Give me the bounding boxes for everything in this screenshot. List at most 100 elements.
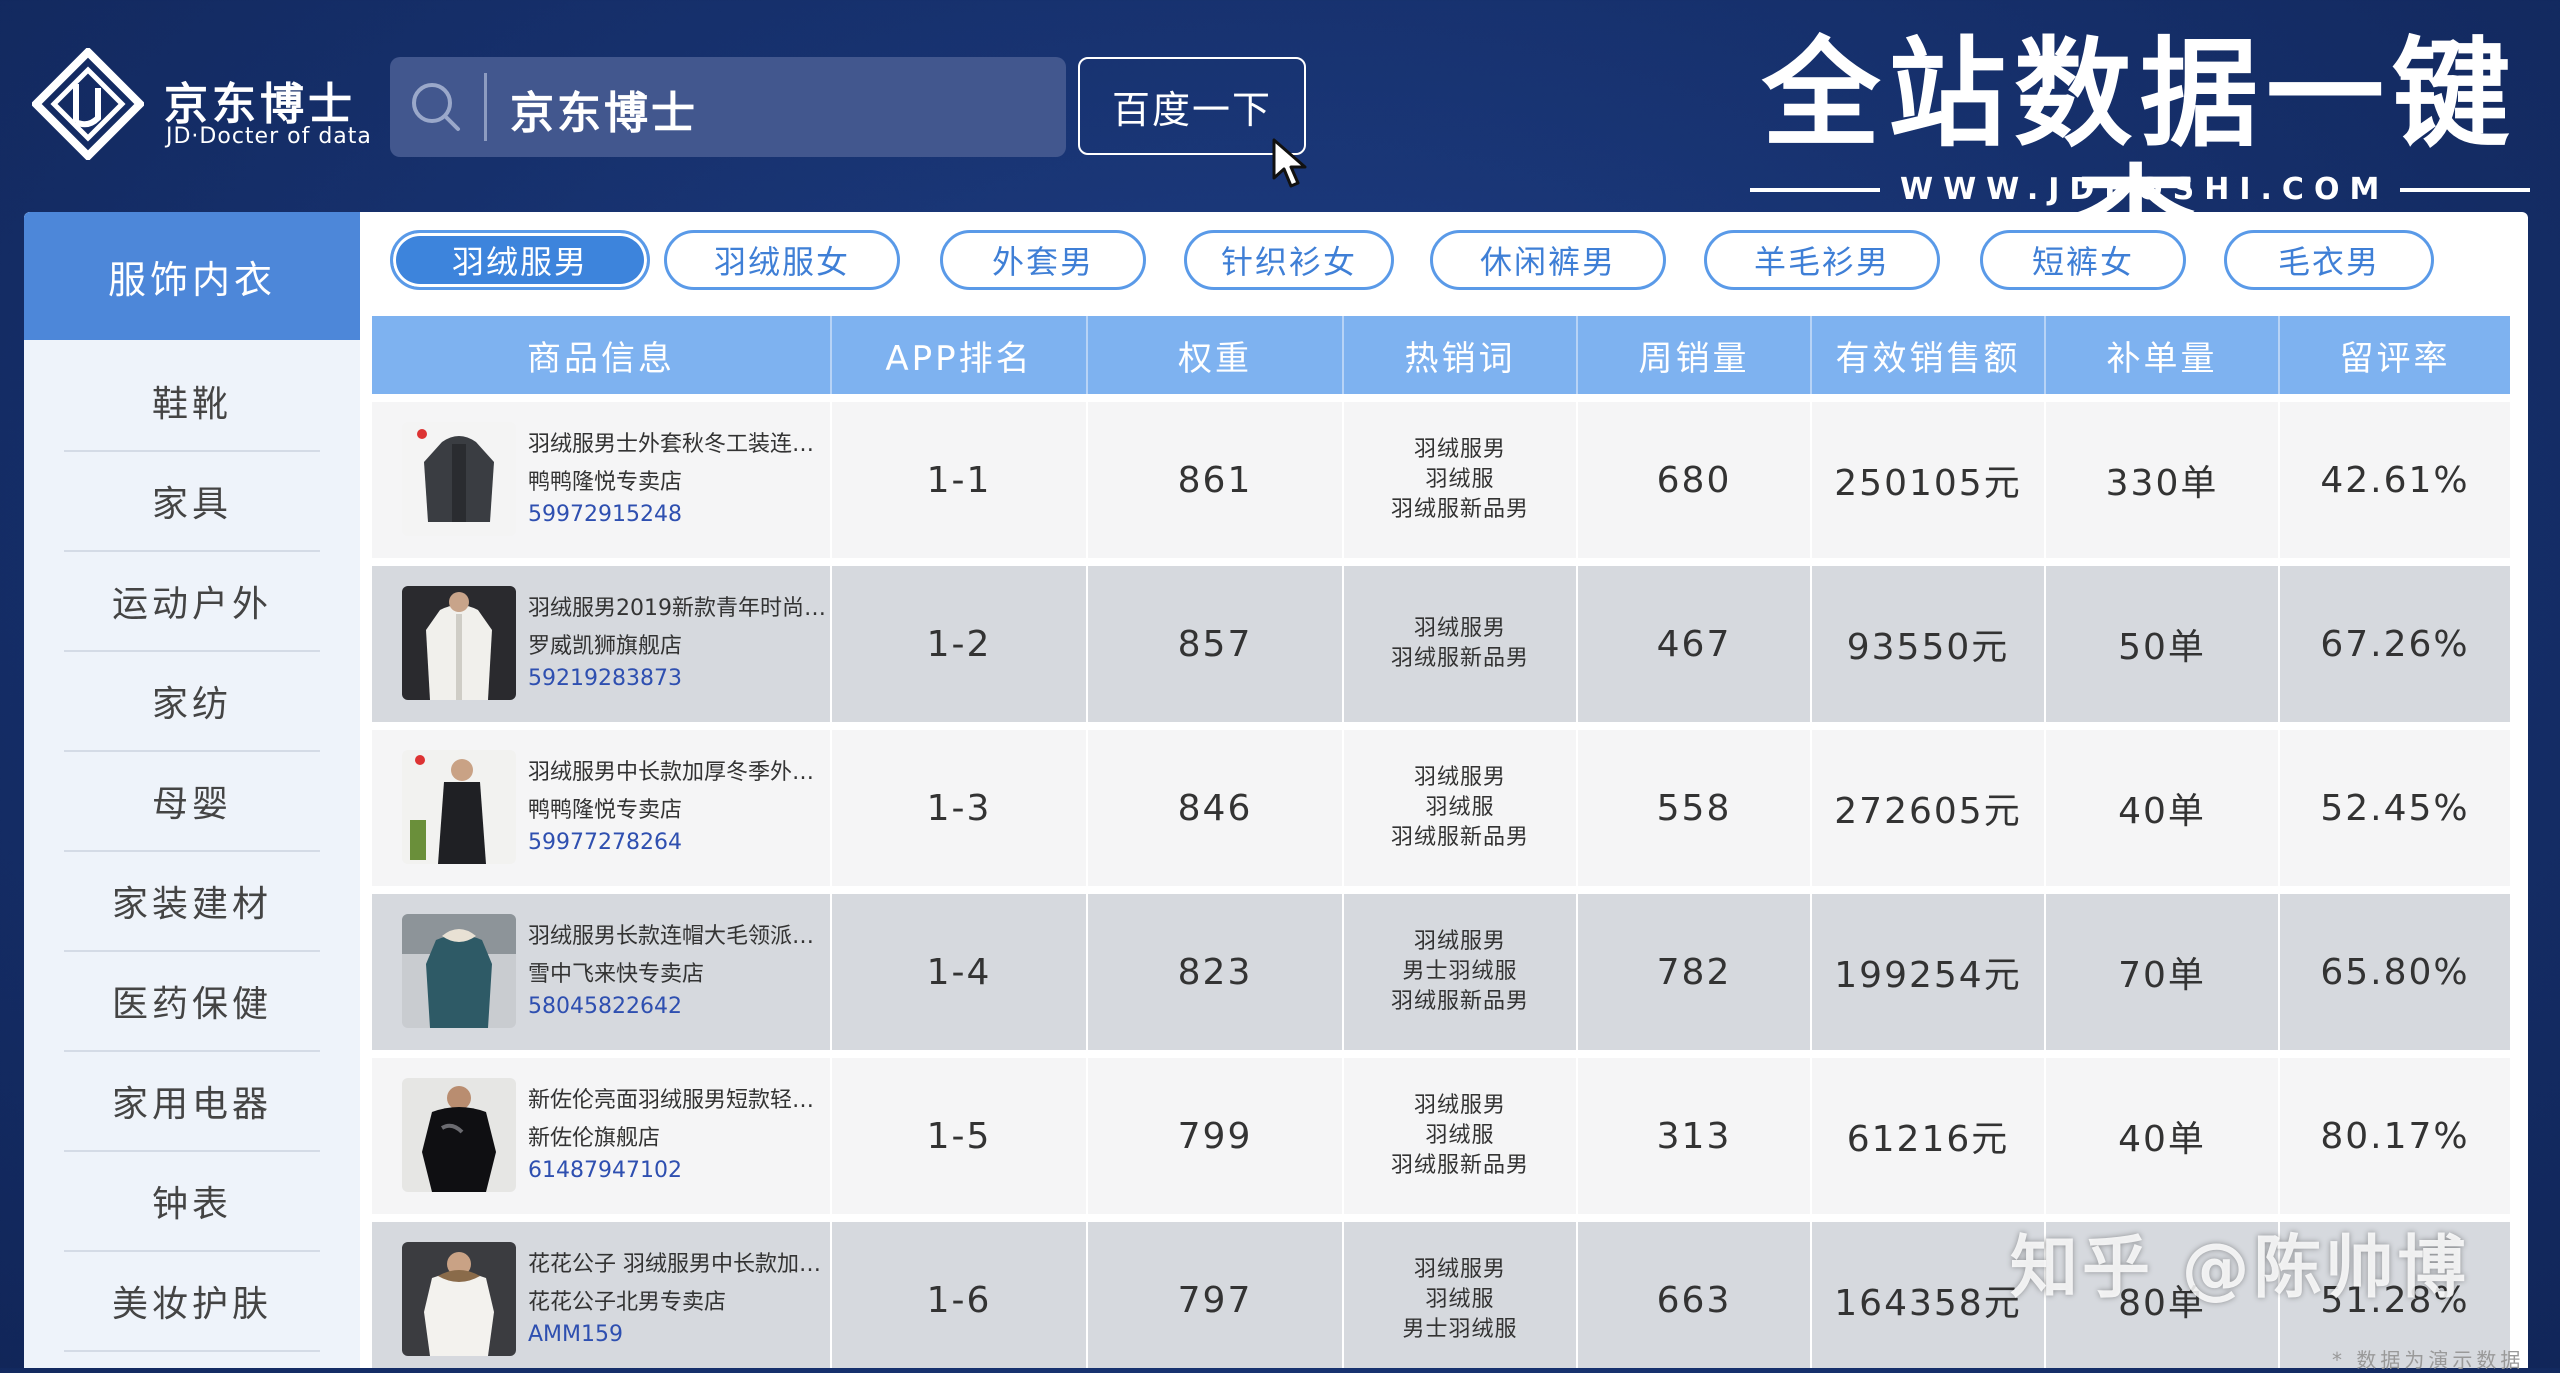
table-row[interactable]: 羽绒服男士外套秋冬工装连帽加厚 鸭鸭隆悦专卖店 59972915248 1-1 … — [372, 402, 2510, 558]
product-thumbnail[interactable] — [402, 914, 516, 1028]
sidebar-item[interactable]: 运动户外 — [64, 552, 320, 652]
product-info: 新佐伦亮面羽绒服男短款轻薄外套 新佐伦旗舰店 61487947102 — [372, 1058, 832, 1214]
effective-sales: 93550元 — [1812, 566, 2046, 722]
hot-keywords: 羽绒服男 羽绒服 羽绒服新品男 — [1344, 1058, 1578, 1214]
app-rank: 1-4 — [832, 894, 1088, 1050]
reorder-count: 40单 — [2046, 1058, 2280, 1214]
tab[interactable]: 外套男 — [940, 230, 1146, 290]
slogan-line-right — [2400, 188, 2530, 192]
column-header[interactable]: 热销词 — [1344, 316, 1578, 394]
brand-name: 京东博士 — [164, 79, 356, 130]
brand-tagline: JD·Docter of data — [166, 124, 372, 149]
product-id-link[interactable]: 59972915248 — [528, 502, 682, 527]
hot-keyword: 羽绒服 — [1425, 1123, 1495, 1148]
app-rank: 1-6 — [832, 1222, 1088, 1368]
sidebar-item[interactable]: 医药保健 — [64, 952, 320, 1052]
hot-keyword: 羽绒服男 — [1413, 765, 1506, 790]
shop-name: 鸭鸭隆悦专卖店 — [528, 798, 683, 823]
product-thumbnail[interactable] — [402, 586, 516, 700]
table-row[interactable]: 新佐伦亮面羽绒服男短款轻薄外套 新佐伦旗舰店 61487947102 1-5 7… — [372, 1058, 2510, 1214]
hot-keyword: 羽绒服新品男 — [1390, 497, 1529, 522]
product-title[interactable]: 羽绒服男长款连帽大毛领派克服 — [528, 918, 828, 950]
shop-name: 新佐伦旗舰店 — [528, 1126, 661, 1151]
column-header[interactable]: 有效销售额 — [1812, 316, 2046, 394]
column-header[interactable]: 周销量 — [1578, 316, 1812, 394]
product-info: 羽绒服男长款连帽大毛领派克服 雪中飞来快专卖店 58045822642 — [372, 894, 832, 1050]
weekly-sales: 558 — [1578, 730, 1812, 886]
table-row[interactable]: 羽绒服男中长款加厚冬季外套潮 鸭鸭隆悦专卖店 59977278264 1-3 8… — [372, 730, 2510, 886]
shop-name: 雪中飞来快专卖店 — [528, 962, 705, 987]
sidebar-item[interactable]: 美妆护肤 — [64, 1252, 320, 1352]
weekly-sales: 313 — [1578, 1058, 1812, 1214]
column-header[interactable]: APP排名 — [832, 316, 1088, 394]
product-id-link[interactable]: 59219283873 — [528, 666, 682, 691]
tab[interactable]: 针织衫女 — [1184, 230, 1394, 290]
table-row[interactable]: 羽绒服男长款连帽大毛领派克服 雪中飞来快专卖店 58045822642 1-4 … — [372, 894, 2510, 1050]
product-title[interactable]: 羽绒服男士外套秋冬工装连帽加厚 — [528, 426, 828, 458]
sidebar-item[interactable]: 家具 — [64, 452, 320, 552]
logo-diamond-icon — [32, 48, 144, 160]
effective-sales: 272605元 — [1812, 730, 2046, 886]
tab[interactable]: 羽绒服女 — [664, 230, 900, 290]
product-title[interactable]: 羽绒服男中长款加厚冬季外套潮 — [528, 754, 828, 786]
weight: 823 — [1088, 894, 1344, 1050]
column-header[interactable]: 商品信息 — [372, 316, 832, 394]
sidebar-item[interactable]: 家用电器 — [64, 1052, 320, 1152]
sidebar-item[interactable]: 钟表 — [64, 1152, 320, 1252]
hot-keywords: 羽绒服男 羽绒服 羽绒服新品男 — [1344, 730, 1578, 886]
hot-keyword: 羽绒服新品男 — [1390, 989, 1529, 1014]
reorder-count: 330单 — [2046, 402, 2280, 558]
product-thumbnail[interactable] — [402, 1078, 516, 1192]
app-rank: 1-2 — [832, 566, 1088, 722]
tab-active[interactable]: 羽绒服男 — [390, 230, 650, 290]
product-id-link[interactable]: 61487947102 — [528, 1158, 682, 1183]
table-row[interactable]: 羽绒服男2019新款青年时尚短款 罗威凯狮旗舰店 59219283873 1-2… — [372, 566, 2510, 722]
product-id-link[interactable]: 59977278264 — [528, 830, 682, 855]
product-thumbnail[interactable] — [402, 422, 516, 536]
column-header[interactable]: 留评率 — [2280, 316, 2510, 394]
table-header: 商品信息 APP排名 权重 热销词 周销量 有效销售额 补单量 留评率 — [372, 316, 2510, 394]
product-thumbnail[interactable] — [402, 1242, 516, 1356]
effective-sales: 250105元 — [1812, 402, 2046, 558]
slogan-url: WWW.JDBOSHI.COM — [1900, 172, 2390, 207]
weight: 799 — [1088, 1058, 1344, 1214]
shop-name: 鸭鸭隆悦专卖店 — [528, 470, 683, 495]
product-thumbnail[interactable] — [402, 750, 516, 864]
tab[interactable]: 羊毛衫男 — [1704, 230, 1940, 290]
hot-keyword: 男士羽绒服 — [1402, 959, 1518, 984]
search-input[interactable]: 京东博士 — [390, 57, 1066, 157]
sidebar-item[interactable]: 家纺 — [64, 652, 320, 752]
brand-logo[interactable]: 京东博士 JD·Docter of data — [32, 48, 372, 168]
hot-keyword: 羽绒服新品男 — [1390, 646, 1529, 671]
product-id-link[interactable]: 58045822642 — [528, 994, 682, 1019]
search-icon — [412, 83, 460, 131]
column-header[interactable]: 补单量 — [2046, 316, 2280, 394]
hot-keyword: 男士羽绒服 — [1402, 1317, 1518, 1342]
weekly-sales: 680 — [1578, 402, 1812, 558]
sidebar-item[interactable]: 母婴 — [64, 752, 320, 852]
tab[interactable]: 短裤女 — [1980, 230, 2186, 290]
product-info: 花花公子 羽绒服男中长款加厚外套 花花公子北男专卖店 AMM159 — [372, 1222, 832, 1368]
product-info: 羽绒服男2019新款青年时尚短款 罗威凯狮旗舰店 59219283873 — [372, 566, 832, 722]
hot-keyword: 羽绒服男 — [1413, 1257, 1506, 1282]
tab[interactable]: 毛衣男 — [2224, 230, 2434, 290]
product-title[interactable]: 新佐伦亮面羽绒服男短款轻薄外套 — [528, 1082, 828, 1114]
column-header[interactable]: 权重 — [1088, 316, 1344, 394]
review-rate: 65.80% — [2320, 951, 2470, 993]
product-id-link[interactable]: AMM159 — [528, 1322, 623, 1347]
hot-keyword: 羽绒服新品男 — [1390, 1153, 1529, 1178]
product-title[interactable]: 花花公子 羽绒服男中长款加厚外套 — [528, 1246, 828, 1278]
review-rate: 52.45% — [2320, 787, 2470, 829]
sidebar-item[interactable]: 家装建材 — [64, 852, 320, 952]
review-rate: 80.17% — [2320, 1115, 2470, 1157]
reorder-count: 40单 — [2046, 730, 2280, 886]
tab[interactable]: 休闲裤男 — [1430, 230, 1666, 290]
effective-sales: 61216元 — [1812, 1058, 2046, 1214]
hot-keywords: 羽绒服男 羽绒服新品男 — [1344, 566, 1578, 722]
sidebar-item[interactable]: 鞋靴 — [64, 352, 320, 452]
sidebar-item-active[interactable]: 服饰内衣 — [24, 212, 360, 340]
weight: 857 — [1088, 566, 1344, 722]
product-title[interactable]: 羽绒服男2019新款青年时尚短款 — [528, 590, 828, 622]
app-rank: 1-5 — [832, 1058, 1088, 1214]
weight: 846 — [1088, 730, 1344, 886]
